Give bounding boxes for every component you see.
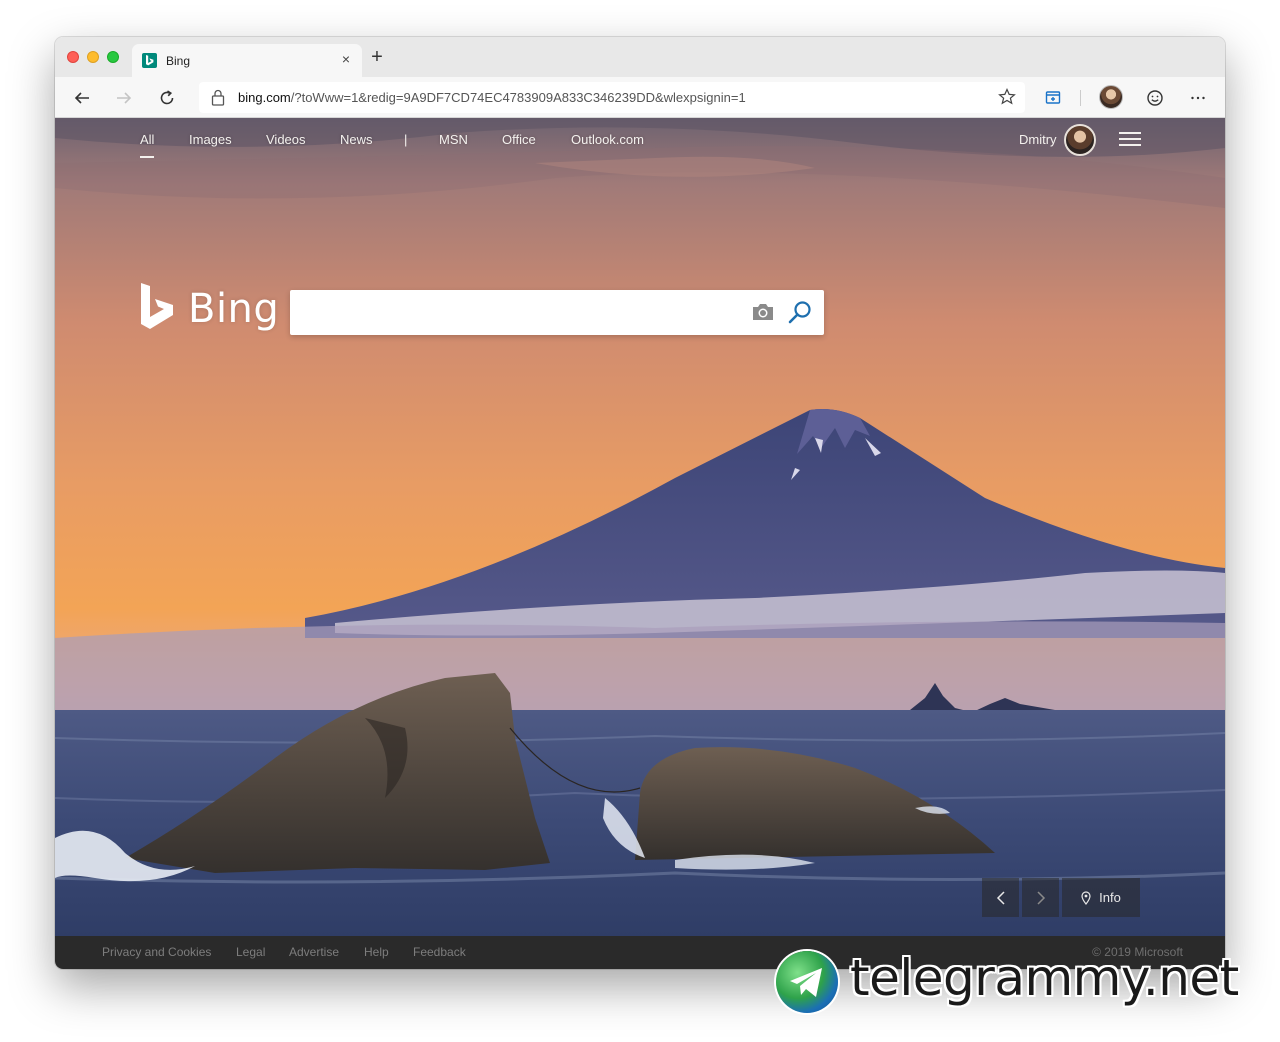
hamburger-menu-icon[interactable] bbox=[1119, 132, 1141, 150]
maximize-window-button[interactable] bbox=[107, 51, 119, 63]
url-path: /?toWww=1&redig=9A9DF7CD74EC4783909A833C… bbox=[290, 90, 746, 105]
address-bar[interactable]: bing.com/?toWww=1&redig=9A9DF7CD74EC4783… bbox=[199, 82, 1025, 113]
user-name[interactable]: Dmitry bbox=[1019, 132, 1057, 147]
toolbar-separator bbox=[1080, 90, 1081, 106]
watermark: telegrammy.net bbox=[776, 949, 1266, 1015]
refresh-icon bbox=[160, 90, 174, 105]
search-icon[interactable] bbox=[786, 299, 814, 327]
next-image-button[interactable] bbox=[1022, 878, 1059, 917]
smiley-icon bbox=[1147, 90, 1163, 106]
address-url: bing.com/?toWww=1&redig=9A9DF7CD74EC4783… bbox=[238, 90, 746, 105]
nav-outlook[interactable]: Outlook.com bbox=[571, 132, 644, 147]
image-info-button[interactable]: Info bbox=[1062, 878, 1140, 917]
nav-office[interactable]: Office bbox=[502, 132, 536, 147]
user-avatar[interactable] bbox=[1064, 124, 1096, 156]
browser-toolbar: bing.com/?toWww=1&redig=9A9DF7CD74EC4783… bbox=[55, 77, 1225, 118]
camera-icon[interactable] bbox=[750, 301, 776, 323]
settings-menu-button[interactable] bbox=[1185, 85, 1211, 111]
tab-close-icon[interactable]: × bbox=[338, 51, 354, 67]
footer-link-help[interactable]: Help bbox=[364, 945, 389, 959]
minimize-window-button[interactable] bbox=[87, 51, 99, 63]
previous-image-button[interactable] bbox=[982, 878, 1019, 917]
chevron-left-icon bbox=[996, 890, 1005, 905]
favorite-star-icon[interactable] bbox=[997, 87, 1017, 107]
image-info-label: Info bbox=[1099, 890, 1121, 905]
lock-icon bbox=[211, 89, 225, 106]
arrow-right-icon bbox=[117, 92, 132, 104]
location-pin-icon bbox=[1081, 890, 1091, 905]
new-tab-button[interactable]: + bbox=[368, 47, 386, 67]
nav-news[interactable]: News bbox=[340, 132, 373, 147]
nav-images[interactable]: Images bbox=[189, 132, 232, 147]
watermark-text: telegrammy.net bbox=[850, 949, 1239, 1007]
footer-link-feedback[interactable]: Feedback bbox=[413, 945, 466, 959]
back-button[interactable] bbox=[69, 85, 95, 111]
feedback-button[interactable] bbox=[1142, 85, 1168, 111]
browser-window: Bing × + bing.com/?toWww=1&redig=9A9DF7C… bbox=[55, 37, 1225, 969]
tab-title: Bing bbox=[166, 54, 191, 68]
bing-wordmark: Bing bbox=[188, 286, 280, 332]
nav-divider: | bbox=[404, 132, 408, 147]
telegram-logo-icon bbox=[776, 951, 838, 1013]
arrow-left-icon bbox=[74, 92, 89, 104]
background-photo bbox=[55, 118, 1225, 936]
chevron-right-icon bbox=[1036, 890, 1045, 905]
bing-logo-icon bbox=[141, 283, 173, 329]
footer-link-advertise[interactable]: Advertise bbox=[289, 945, 339, 959]
refresh-button[interactable] bbox=[154, 85, 180, 111]
forward-button[interactable] bbox=[111, 85, 137, 111]
close-window-button[interactable] bbox=[67, 51, 79, 63]
collections-icon bbox=[1045, 91, 1061, 104]
nav-videos[interactable]: Videos bbox=[266, 132, 306, 147]
footer-link-privacy[interactable]: Privacy and Cookies bbox=[102, 945, 211, 959]
bing-favicon-icon bbox=[142, 53, 157, 68]
image-carousel-controls: Info bbox=[982, 878, 1140, 917]
more-horizontal-icon bbox=[1191, 96, 1205, 100]
tab-bing[interactable]: Bing × bbox=[132, 44, 362, 77]
search-box bbox=[290, 290, 824, 335]
nav-all[interactable]: All bbox=[140, 132, 155, 158]
profile-avatar[interactable] bbox=[1099, 85, 1123, 109]
collections-button[interactable] bbox=[1040, 85, 1066, 111]
url-host: bing.com bbox=[238, 90, 291, 105]
bing-homepage: All Images Videos News | MSN Office Outl… bbox=[55, 118, 1225, 936]
search-input[interactable] bbox=[290, 290, 730, 335]
footer-link-legal[interactable]: Legal bbox=[236, 945, 265, 959]
tab-strip: Bing × + bbox=[55, 37, 1225, 77]
nav-msn[interactable]: MSN bbox=[439, 132, 468, 147]
